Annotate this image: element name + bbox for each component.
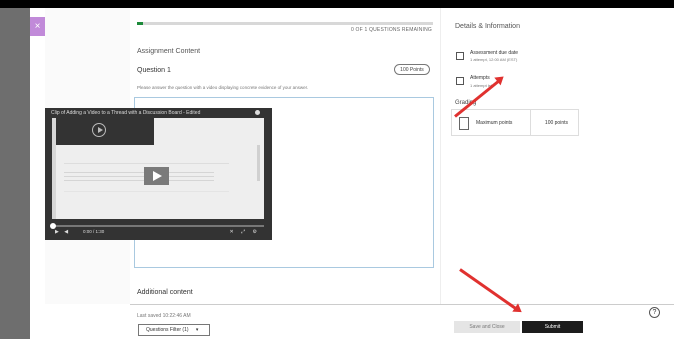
question-title: Question 1	[137, 67, 171, 74]
grading-table: Maximum points 100 points	[451, 109, 579, 136]
video-screen[interactable]	[52, 118, 264, 219]
questions-filter-select[interactable]: Questions Filter (1) ▾	[138, 324, 210, 336]
assignment-content-heading: Assignment Content	[137, 48, 201, 55]
maximum-points-label: Maximum points	[476, 120, 513, 126]
video-right-controls[interactable]: ✕ ⤢ ⚙	[230, 229, 260, 235]
due-date-value: 1 attempt, 12:00 AM (EST)	[470, 57, 518, 62]
question-instructions: Please answer the question with a video …	[137, 85, 309, 90]
embedded-video[interactable]: Clip of Adding a Video to a Thread with …	[45, 108, 272, 240]
video-scrollbar[interactable]	[257, 145, 260, 181]
attempts-label: Attempts	[470, 75, 490, 81]
questions-progress-bar	[137, 22, 433, 25]
help-icon[interactable]: ?	[649, 307, 660, 318]
small-play-icon	[92, 123, 106, 137]
questions-filter-label: Questions Filter (1)	[146, 327, 189, 333]
grading-divider	[530, 110, 531, 136]
details-panel: Details & Information Assessment due dat…	[440, 8, 590, 304]
video-play-volume-icons[interactable]: ▶ ◀	[55, 229, 70, 235]
app-frame: × ▷ 0 OF 1 QUESTIONS REMAINING Assignmen…	[0, 8, 674, 339]
question-points-badge: 100 Points	[394, 64, 430, 75]
maximum-points-value: 100 points	[544, 120, 568, 126]
video-title: Clip of Adding a Video to a Thread with …	[51, 110, 201, 116]
due-date-label: Assessment due date	[470, 50, 519, 56]
last-saved-text: Last saved 10:22:46 AM	[137, 313, 191, 319]
rubric-icon	[459, 117, 469, 130]
video-preview	[56, 118, 154, 145]
video-controls: ▶ ◀ 0:00 / 1:30 ✕ ⤢ ⚙	[50, 223, 264, 237]
chevron-down-icon: ▾	[195, 327, 199, 333]
video-progress-bar[interactable]	[50, 223, 264, 229]
play-button[interactable]	[144, 167, 169, 185]
video-time: 0:00 / 1:30	[83, 229, 105, 234]
details-heading: Details & Information	[455, 23, 520, 30]
attempts-icon	[456, 77, 464, 85]
right-blank-area	[590, 8, 674, 304]
questions-remaining-text: 0 OF 1 QUESTIONS REMAINING	[350, 27, 432, 33]
close-panel-button[interactable]: ×	[30, 17, 45, 36]
submit-button[interactable]: Submit	[522, 321, 583, 333]
assignment-footer: Last saved 10:22:46 AM Questions Filter …	[130, 304, 674, 339]
calendar-icon	[456, 52, 464, 60]
save-and-close-button[interactable]: Save and Close	[454, 321, 520, 333]
info-icon[interactable]	[255, 110, 260, 115]
navigation-rail	[0, 8, 30, 339]
questions-progress-fill	[137, 22, 143, 25]
